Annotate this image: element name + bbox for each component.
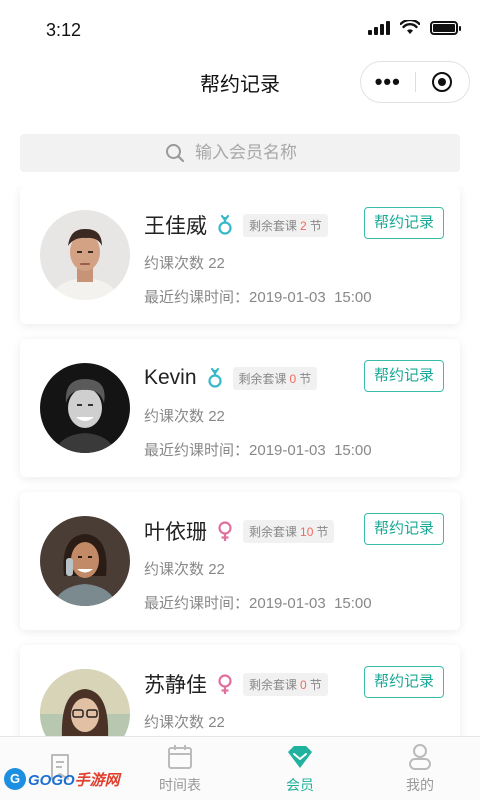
- tab-label: 我的: [406, 777, 434, 793]
- tab-mine[interactable]: 我的: [360, 737, 480, 800]
- member-card[interactable]: 王佳威 剩余套课 2 节 约课次数 22 最近约课时间：2019-01-03 15:…: [20, 186, 460, 324]
- member-name: 王佳威: [144, 215, 207, 238]
- watermark-logo-icon: G: [4, 768, 26, 790]
- calendar-icon: [168, 745, 192, 769]
- close-mini-program-button[interactable]: [416, 72, 470, 92]
- battery-icon: [430, 20, 461, 35]
- female-gender-icon: [218, 521, 232, 541]
- booking-count: 约课次数 22: [144, 255, 225, 272]
- navigation-bar: 帮约记录 •••: [0, 56, 480, 108]
- female-gender-icon: [218, 674, 232, 694]
- tab-members[interactable]: 会员: [240, 737, 360, 800]
- avatar: [40, 669, 130, 736]
- member-name: 苏静佳: [144, 674, 207, 697]
- booking-count: 约课次数 22: [144, 408, 225, 425]
- last-booking-time: 最近约课时间：2019-01-03 15:00: [144, 289, 372, 306]
- member-card[interactable]: 叶依珊 剩余套课 10 节 约课次数 22 最近约课时间：2019-01-03 15…: [20, 492, 460, 630]
- tab-schedule[interactable]: 时间表: [120, 737, 240, 800]
- avatar: [40, 516, 130, 606]
- remaining-sessions-badge: 剩余套课 10 节: [243, 519, 335, 543]
- watermark-text: GOGO手游网: [28, 771, 120, 789]
- member-card[interactable]: Kevin 剩余套课 0 节 约课次数 22 最近约课时间：2019-01-03 1…: [20, 339, 460, 477]
- search-bar[interactable]: [20, 134, 460, 172]
- help-booking-record-button[interactable]: 帮约记录: [364, 513, 444, 545]
- profile-icon: [409, 744, 431, 770]
- member-name-row: 叶依珊 剩余套课 10 节: [144, 516, 335, 546]
- status-bar: 3:12: [0, 0, 480, 56]
- target-icon: [432, 72, 453, 92]
- member-name: 叶依珊: [144, 521, 207, 544]
- search-input[interactable]: [195, 143, 315, 163]
- status-time: 3:12: [46, 20, 82, 40]
- avatar: [40, 363, 130, 453]
- last-booking-time: 最近约课时间：2019-01-03 15:00: [144, 442, 372, 459]
- mini-program-capsule: •••: [360, 61, 470, 103]
- member-name-row: 苏静佳 剩余套课 0 节: [144, 669, 328, 699]
- member-diamond-icon: [288, 746, 312, 768]
- member-name: Kevin: [144, 366, 197, 389]
- remaining-sessions-badge: 剩余套课 0 节: [232, 366, 318, 390]
- member-name-row: Kevin 剩余套课 0 节: [144, 363, 318, 393]
- male-gender-icon: [207, 367, 222, 388]
- member-list: 王佳威 剩余套课 2 节 约课次数 22 最近约课时间：2019-01-03 15:…: [0, 186, 480, 736]
- last-booking-time: 最近约课时间：2019-01-03 15:00: [144, 595, 372, 612]
- wifi-icon: [400, 20, 420, 34]
- member-card[interactable]: 苏静佳 剩余套课 0 节 约课次数 22 帮约记录: [20, 645, 460, 736]
- remaining-sessions-badge: 剩余套课 2 节: [243, 213, 328, 237]
- signal-icon: [368, 20, 390, 35]
- more-icon[interactable]: •••: [361, 62, 415, 102]
- help-booking-record-button[interactable]: 帮约记录: [364, 360, 444, 392]
- help-booking-record-button[interactable]: 帮约记录: [364, 207, 444, 239]
- avatar: [40, 210, 130, 300]
- search-icon: [166, 144, 185, 163]
- status-icons: [368, 20, 461, 35]
- site-watermark: G GOGO手游网: [4, 766, 120, 792]
- tab-label: 会员: [286, 777, 314, 793]
- member-name-row: 王佳威 剩余套课 2 节: [144, 210, 328, 240]
- help-booking-record-button[interactable]: 帮约记录: [364, 666, 444, 698]
- booking-count: 约课次数 22: [144, 561, 225, 578]
- tab-label: 时间表: [159, 777, 201, 793]
- booking-count: 约课次数 22: [144, 714, 225, 731]
- male-gender-icon: [218, 214, 232, 235]
- remaining-sessions-badge: 剩余套课 0 节: [243, 672, 328, 696]
